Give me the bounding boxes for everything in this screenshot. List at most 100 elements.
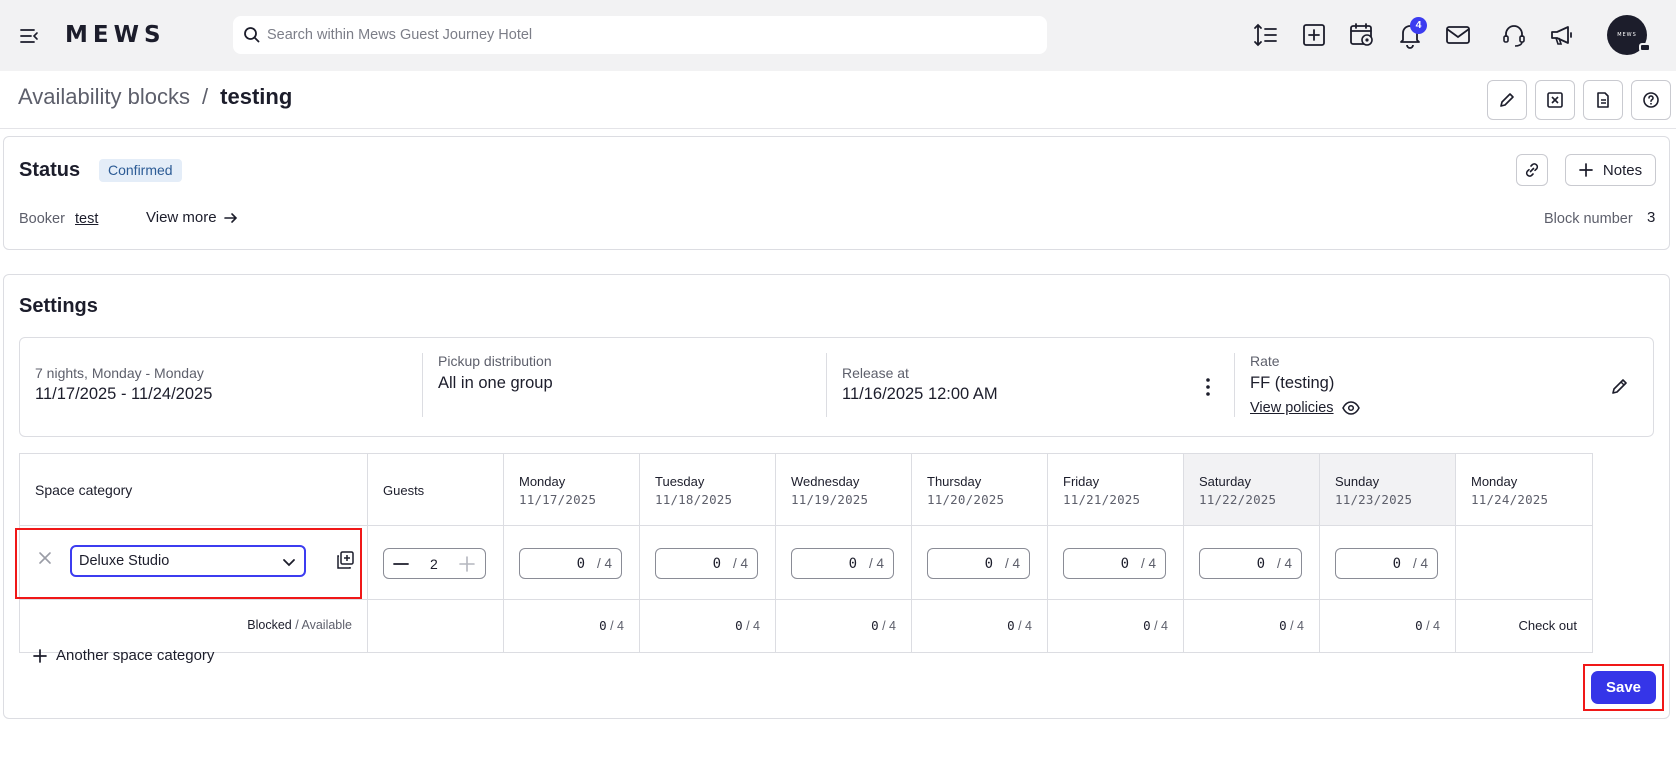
support-headset-icon[interactable] [1500, 21, 1528, 49]
edit-button[interactable] [1487, 80, 1527, 120]
day-quantity-input[interactable]: 0 / 4 [519, 548, 622, 579]
day-date: 11/24/2025 [1471, 492, 1549, 507]
day-quantity-input[interactable]: 0 / 4 [1335, 548, 1438, 579]
pencil-icon [1500, 93, 1514, 107]
day-date: 11/21/2025 [1063, 492, 1141, 507]
cancel-block-button[interactable] [1535, 80, 1575, 120]
quantity-total: / 4 [1276, 556, 1292, 571]
status-title: Status [19, 159, 81, 181]
day-availability-cell: 0 / 4 [504, 600, 640, 653]
menu-toggle-icon[interactable] [19, 25, 41, 47]
day-quantity-input[interactable]: 0 / 4 [1063, 548, 1166, 579]
day-quantity-input[interactable]: 0 / 4 [1199, 548, 1302, 579]
guests-stepper[interactable]: 2 [383, 548, 486, 579]
summary-divider [826, 353, 827, 417]
day-quantity-cell: 0 / 4 [640, 526, 776, 600]
mail-icon[interactable] [1444, 21, 1472, 49]
available-count: / 4 [610, 619, 624, 633]
day-quantity-input[interactable]: 0 / 4 [655, 548, 758, 579]
blocked-count: 0 [1143, 618, 1151, 633]
header-day: Wednesday 11/19/2025 [776, 454, 912, 526]
day-name: Wednesday [791, 474, 860, 489]
day-quantity-input[interactable]: 0 / 4 [791, 548, 894, 579]
header-day: Tuesday 11/18/2025 [640, 454, 776, 526]
header-day-checkout: Monday 11/24/2025 [1456, 454, 1593, 526]
view-more-link[interactable]: View more [146, 209, 238, 226]
plus-icon [1579, 163, 1593, 177]
remove-category-icon[interactable] [38, 551, 52, 565]
day-quantity-cell: 0 / 4 [776, 526, 912, 600]
guests-summary-cell [368, 600, 504, 653]
day-name: Monday [1471, 474, 1518, 489]
search-bar[interactable] [233, 16, 1047, 54]
minus-icon[interactable] [393, 557, 409, 571]
day-availability-cell: 0 / 4 [640, 600, 776, 653]
mews-logo[interactable]: MEWS [65, 22, 166, 48]
settings-title: Settings [19, 295, 98, 317]
release-value: 11/16/2025 12:00 AM [842, 385, 998, 403]
more-options-icon[interactable] [1200, 376, 1216, 398]
space-category-value: Deluxe Studio [79, 553, 170, 569]
notes-button[interactable]: Notes [1565, 154, 1656, 186]
calendar-view-icon[interactable] [1348, 21, 1376, 49]
dates-value: 11/17/2025 - 11/24/2025 [35, 385, 213, 403]
block-number-value: 3 [1647, 209, 1656, 226]
blocked-count: 0 [1007, 618, 1015, 633]
quantity-value: 0 [1120, 556, 1129, 572]
quantity-value: 0 [984, 556, 993, 572]
header-day: Monday 11/17/2025 [504, 454, 640, 526]
day-availability-cell: 0 / 4 [1320, 600, 1456, 653]
header-day: Thursday 11/20/2025 [912, 454, 1048, 526]
pickup-label: Pickup distribution [438, 353, 552, 369]
help-button[interactable] [1631, 80, 1671, 120]
blocked-count: 0 [599, 618, 607, 633]
copy-link-button[interactable] [1516, 154, 1548, 186]
add-another-space-category-button[interactable]: Another space category [33, 647, 214, 664]
day-name: Monday [519, 474, 566, 489]
notes-button-label: Notes [1602, 161, 1643, 179]
header-day-weekend: Saturday 11/22/2025 [1184, 454, 1320, 526]
settings-card: Settings 7 nights, Monday - Monday 11/17… [3, 274, 1670, 719]
available-count: / 4 [1290, 619, 1304, 633]
day-availability-cell: 0 / 4 [1184, 600, 1320, 653]
day-availability-cell: 0 / 4 [1048, 600, 1184, 653]
eye-icon [1341, 401, 1360, 415]
day-date: 11/23/2025 [1335, 492, 1413, 507]
column-header: Space category [35, 482, 133, 498]
day-quantity-cell: 0 / 4 [1320, 526, 1456, 600]
column-header: Guests [383, 483, 425, 498]
breadcrumb-availability-blocks[interactable]: Availability blocks [18, 84, 190, 110]
sort-height-icon[interactable] [1252, 21, 1280, 49]
duplicate-category-icon[interactable] [336, 551, 354, 569]
booker-label: Booker [19, 211, 65, 227]
document-button[interactable] [1583, 80, 1623, 120]
header-day-weekend: Sunday 11/23/2025 [1320, 454, 1456, 526]
edit-settings-pencil-icon[interactable] [1610, 376, 1630, 396]
day-quantity-input[interactable]: 0 / 4 [927, 548, 1030, 579]
arrow-right-icon [223, 212, 237, 223]
announcements-megaphone-icon[interactable] [1548, 21, 1576, 49]
plus-icon[interactable] [459, 556, 475, 572]
space-category-select[interactable]: Deluxe Studio [70, 545, 306, 577]
available-count: / 4 [882, 619, 896, 633]
day-quantity-cell: 0 / 4 [504, 526, 640, 600]
day-date: 11/22/2025 [1199, 492, 1277, 507]
space-category-cell: Deluxe Studio [20, 526, 368, 600]
view-policies-link[interactable]: View policies [1250, 400, 1360, 416]
checkout-cell: Check out [1456, 600, 1593, 653]
booker-link[interactable]: test [75, 211, 98, 227]
quantity-value: 0 [1256, 556, 1265, 572]
quantity-total: / 4 [1140, 556, 1156, 571]
rate-value: FF (testing) [1250, 374, 1335, 392]
blocked-count: 0 [871, 618, 879, 633]
notification-count-badge: 4 [1410, 17, 1427, 34]
save-button[interactable]: Save [1591, 671, 1656, 704]
breadcrumb: Availability blocks / testing [18, 84, 292, 110]
add-square-icon[interactable] [1300, 21, 1328, 49]
day-name: Sunday [1335, 474, 1380, 489]
quantity-value: 0 [1392, 556, 1401, 572]
day-availability-cell: 0 / 4 [776, 600, 912, 653]
block-summary: 7 nights, Monday - Monday 11/17/2025 - 1… [19, 337, 1654, 437]
search-input[interactable] [267, 16, 1027, 54]
release-label: Release at [842, 365, 909, 381]
